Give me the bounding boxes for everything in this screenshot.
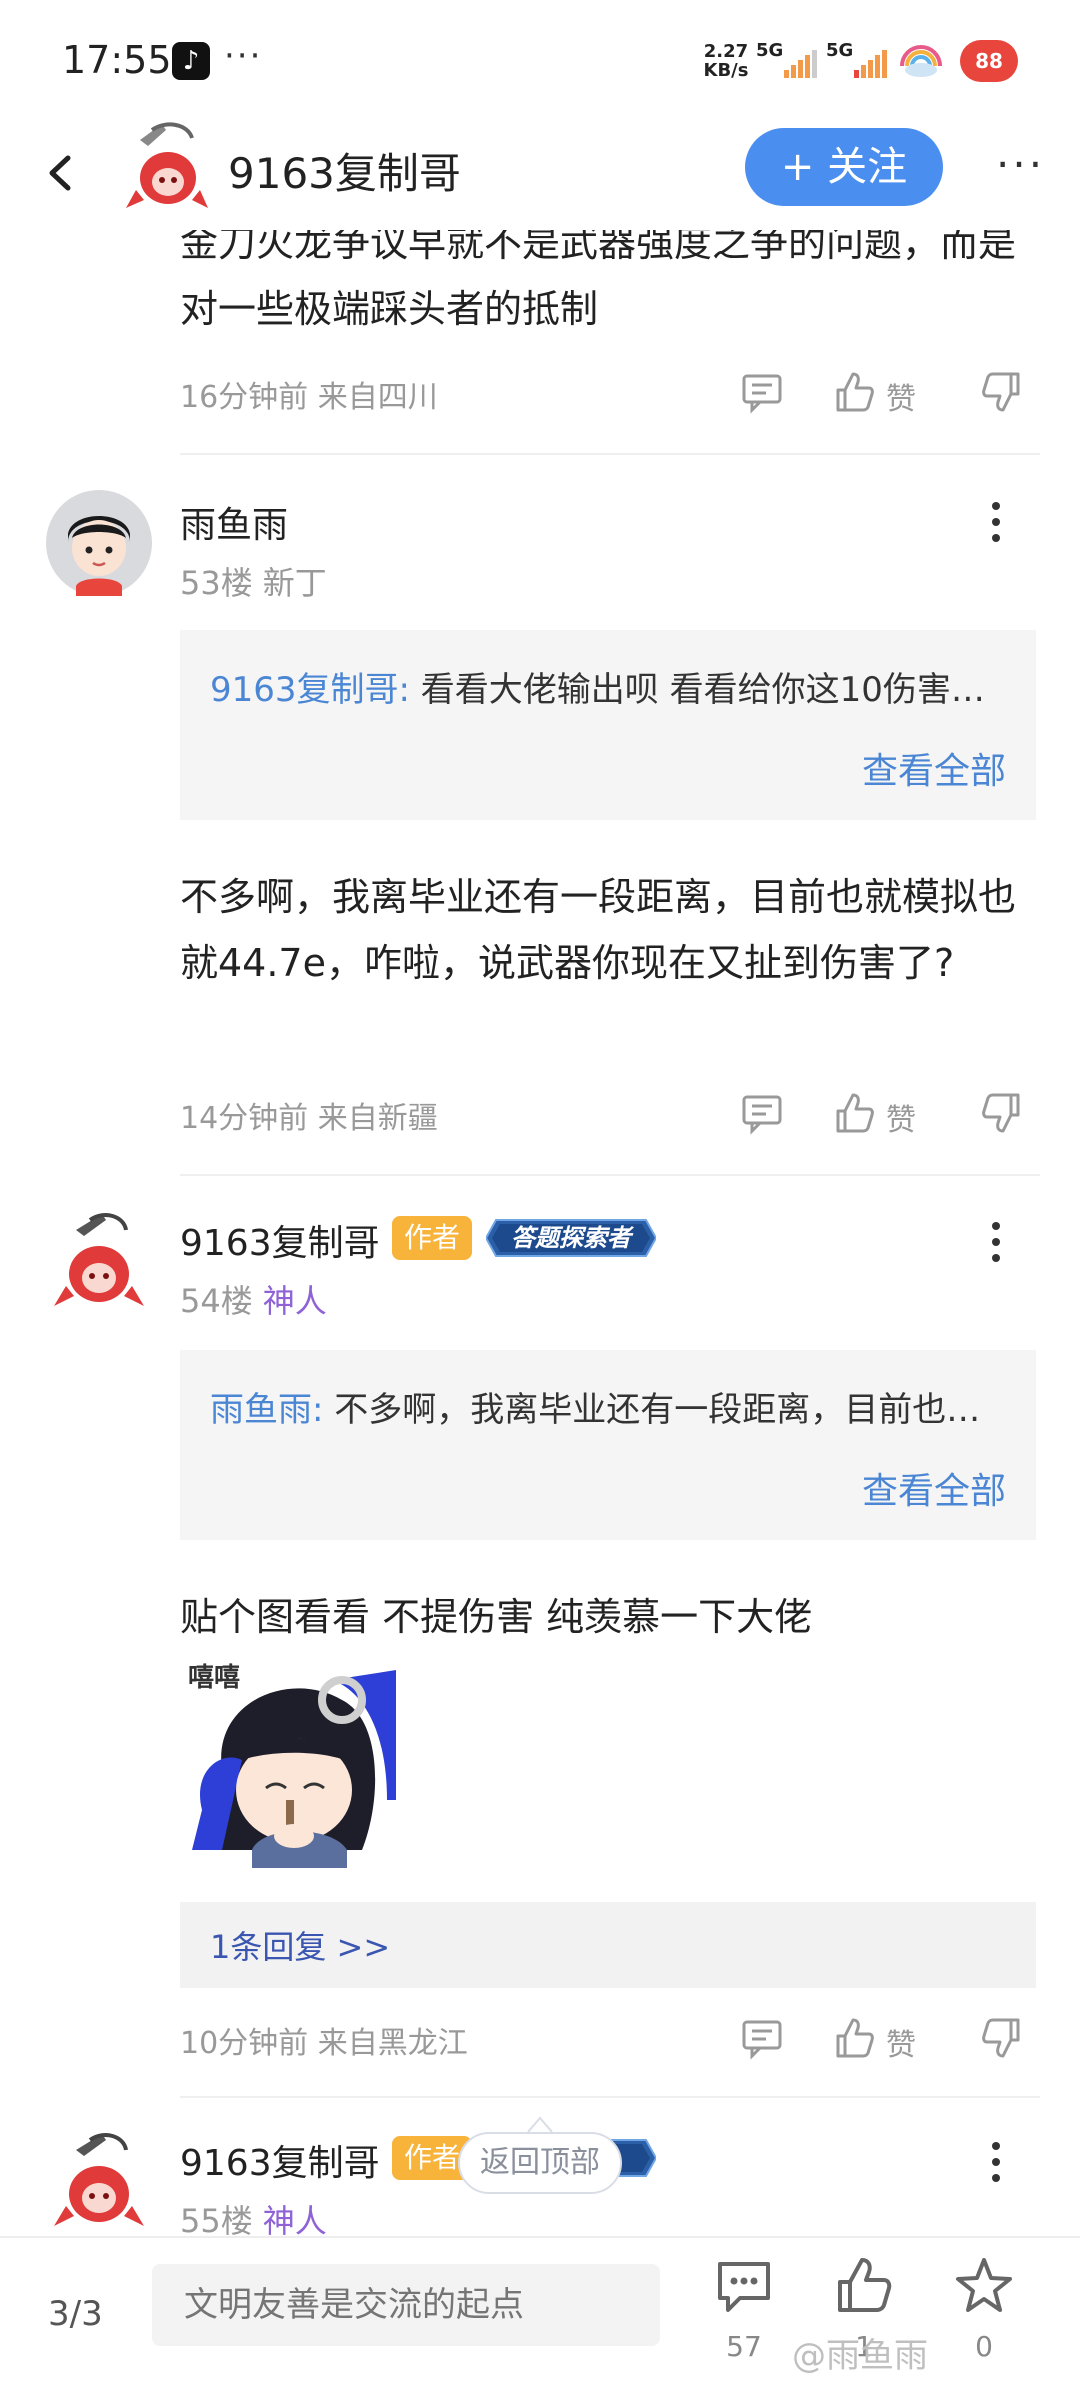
quoted-comment[interactable]: 雨鱼雨: 不多啊，我离毕业还有一段距离，目前也… 查看全部 — [180, 1350, 1036, 1540]
floor-info: 53楼 新丁 — [180, 558, 327, 604]
divider — [180, 2096, 1040, 2098]
floor-number: 54楼 — [180, 1282, 253, 1320]
user-title: 神人 — [262, 1282, 327, 1320]
comment-meta: 14分钟前 来自新疆 — [180, 1101, 438, 1136]
quote-line: 雨鱼雨: 不多啊，我离毕业还有一段距离，目前也… — [210, 1382, 1010, 1431]
page-indicator[interactable]: 3/3 — [48, 2294, 103, 2334]
floor-info: 54楼 神人 — [180, 1276, 327, 1322]
quote-user: 雨鱼雨: — [210, 1390, 324, 1430]
comment-more-icon[interactable] — [986, 2142, 1006, 2192]
back-arrow-icon[interactable] — [36, 148, 86, 198]
dislike-icon[interactable] — [980, 1091, 1024, 1135]
header-title[interactable]: 9163复制哥 — [228, 140, 461, 201]
comment-actions: 赞 — [740, 2016, 1040, 2076]
like-icon[interactable] — [832, 370, 876, 414]
user-name[interactable]: 9163复制哥 — [180, 2134, 380, 2186]
replies-preview[interactable]: 1条回复 >> — [180, 1902, 1036, 1988]
back-to-top-arrow-icon — [527, 2116, 553, 2133]
like-label[interactable]: 赞 — [886, 1095, 916, 1139]
view-all-link[interactable]: 查看全部 — [862, 742, 1006, 794]
author-badge: 作者 — [392, 1216, 472, 1260]
user-title: 神人 — [262, 2202, 327, 2240]
user-avatar[interactable] — [46, 1208, 152, 1314]
sticker-caption: 嘻嘻 — [188, 1663, 240, 1693]
like-label[interactable]: 赞 — [886, 374, 916, 418]
comments-count: 57 — [726, 2330, 762, 2363]
quote-text: 看看大佬输出呗 看看给你这10伤害… — [409, 670, 985, 710]
user-avatar[interactable] — [46, 490, 152, 596]
comment-list: 金刀火龙争议早就不是武器强度之争的问题，而是对一些极端踩头者的抵制 16分钟前 … — [0, 0, 1080, 2400]
user-name[interactable]: 9163复制哥 — [180, 1214, 380, 1266]
divider — [180, 453, 1040, 455]
floor-number: 53楼 — [180, 564, 253, 602]
comment-actions: 赞 — [740, 370, 1040, 430]
comment-text: 不多啊，我离毕业还有一段距离，目前也就模拟也就44.7e，咋啦，说武器你现在又扯… — [180, 875, 1017, 985]
favorite-star-icon[interactable] — [954, 2256, 1014, 2316]
reply-icon[interactable] — [740, 370, 784, 414]
follow-button[interactable]: + 关注 — [745, 128, 943, 206]
comments-icon[interactable] — [714, 2256, 774, 2316]
view-replies-link[interactable]: 1条回复 >> — [210, 1922, 390, 1968]
comment-meta: 10分钟前 来自黑龙江 — [180, 2026, 468, 2061]
comment-more-icon[interactable] — [986, 1222, 1006, 1272]
sticker-image[interactable]: 嘻嘻 — [182, 1650, 396, 1868]
more-options-icon[interactable]: ··· — [996, 140, 1045, 189]
reply-icon[interactable] — [740, 2016, 784, 2060]
comment-meta: 16分钟前 来自四川 — [180, 380, 438, 415]
divider — [180, 1174, 1040, 1176]
user-name[interactable]: 雨鱼雨 — [180, 496, 288, 548]
favorites-count: 0 — [975, 2330, 993, 2363]
view-all-link[interactable]: 查看全部 — [862, 1462, 1006, 1514]
dislike-icon[interactable] — [980, 2016, 1024, 2060]
like-label[interactable]: 赞 — [886, 2020, 916, 2064]
like-icon[interactable] — [832, 1091, 876, 1135]
quote-text: 不多啊，我离毕业还有一段距离，目前也… — [323, 1390, 981, 1430]
quote-user: 9163复制哥: — [210, 670, 410, 710]
watermark: @雨鱼雨 — [792, 2336, 928, 2376]
user-title: 新丁 — [262, 564, 327, 602]
user-avatar[interactable] — [46, 2128, 152, 2234]
post-header: 9163复制哥 + 关注 ··· — [0, 120, 1080, 230]
like-post-icon[interactable] — [834, 2256, 894, 2316]
comment-actions: 赞 — [740, 1091, 1040, 1151]
dislike-icon[interactable] — [980, 370, 1024, 414]
quoted-comment[interactable]: 9163复制哥: 看看大佬输出呗 看看给你这10伤害… 查看全部 — [180, 630, 1036, 820]
answer-explorer-medal: 答题探索者 — [486, 1219, 656, 1257]
quote-line: 9163复制哥: 看看大佬输出呗 看看给你这10伤害… — [210, 662, 1010, 711]
like-icon[interactable] — [832, 2016, 876, 2060]
reply-icon[interactable] — [740, 1091, 784, 1135]
comment-more-icon[interactable] — [986, 502, 1006, 552]
comment-text: 贴个图看看 不提伤害 纯羡慕一下大佬 — [180, 1595, 813, 1639]
author-avatar[interactable] — [122, 120, 210, 216]
back-to-top-button[interactable]: 返回顶部 — [458, 2132, 622, 2194]
comment-input[interactable] — [152, 2264, 660, 2346]
medal-label: 答题探索者 — [511, 1224, 634, 1252]
floor-number: 55楼 — [180, 2202, 253, 2240]
